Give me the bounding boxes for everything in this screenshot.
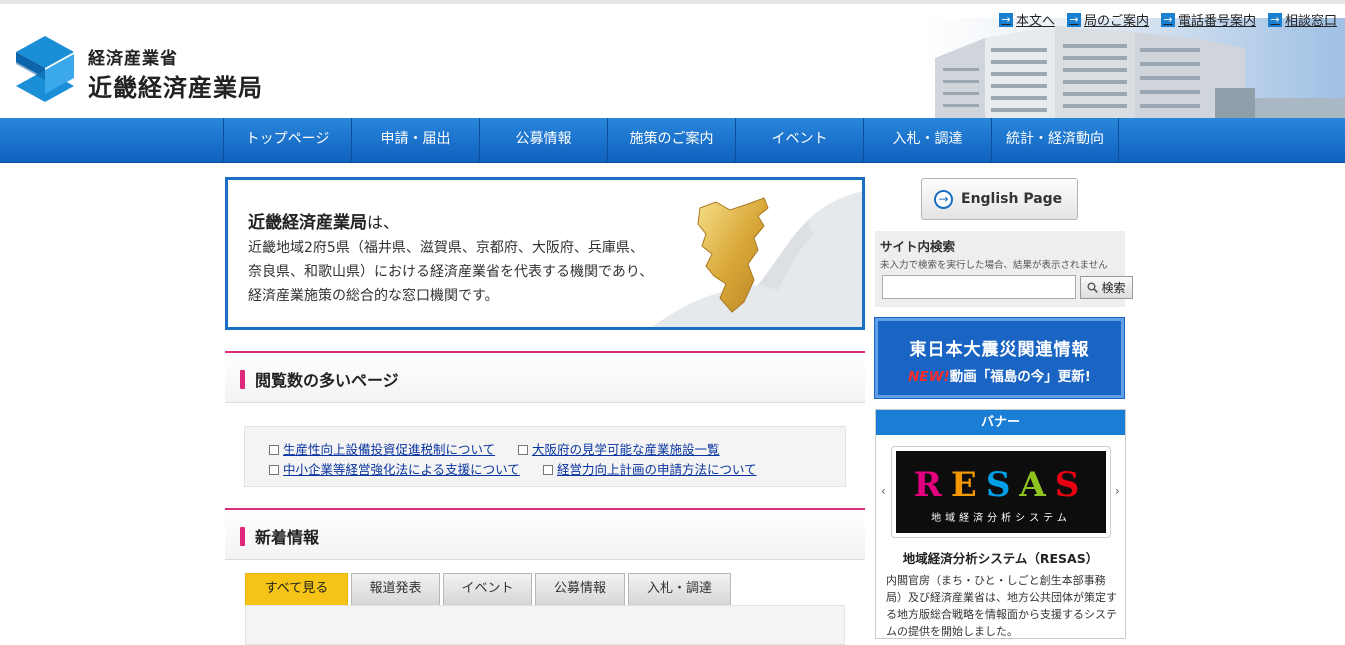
tab-public-offers[interactable]: 公募情報 — [535, 573, 625, 605]
banner-heading: バナー — [876, 410, 1125, 435]
banner-panel: バナー ‹ › RESAS 地域経済分析システム 地域経済分析システム（RESA… — [875, 409, 1126, 639]
nav-item-statistics[interactable]: 統計・経済動向 — [991, 118, 1119, 162]
arrow-right-icon: → — [1066, 12, 1081, 27]
arrow-right-icon: → — [1160, 12, 1175, 27]
arrow-right-icon: → — [998, 12, 1013, 27]
site-search: サイト内検索 未入力で検索を実行した場合、結果が表示されません 検索 — [875, 231, 1133, 307]
arrow-right-icon: → — [1267, 12, 1282, 27]
heading-accent-bar — [240, 370, 245, 389]
search-icon — [1087, 282, 1099, 293]
resas-banner[interactable]: RESAS 地域経済分析システム — [891, 446, 1111, 538]
nav-item-procurement[interactable]: 入札・調達 — [863, 118, 991, 162]
heading-accent-bar — [240, 527, 245, 546]
search-note: 未入力で検索を実行した場合、結果が表示されません — [880, 260, 1108, 271]
resas-logo: RESAS 地域経済分析システム — [896, 451, 1106, 533]
util-link-consultation[interactable]: → 相談窓口 — [1267, 10, 1337, 29]
square-bullet-icon — [518, 444, 528, 455]
popular-pages-heading: 閲覧数の多いページ — [225, 351, 865, 403]
square-bullet-icon — [543, 464, 553, 475]
util-link-bureau-guide[interactable]: → 局のご案内 — [1066, 10, 1149, 29]
english-page-button[interactable]: → English Page — [921, 178, 1078, 220]
utility-links: → 本文へ → 局のご案内 → 電話番号案内 → 相談窓口 — [998, 10, 1337, 29]
search-input[interactable] — [882, 275, 1076, 299]
building-photo — [925, 18, 1345, 118]
tab-all[interactable]: すべて見る — [245, 573, 348, 605]
global-nav: トップページ 申請・届出 公募情報 施策のご案内 イベント 入札・調達 統計・経… — [0, 118, 1345, 163]
popular-links-box: 生産性向上設備投資促進税制について 大阪府の見学可能な産業施設一覧 中小企業等経… — [244, 426, 846, 487]
chevron-right-icon[interactable]: › — [1115, 484, 1120, 498]
search-title: サイト内検索 — [880, 239, 956, 254]
nav-item-events[interactable]: イベント — [735, 118, 863, 162]
ministry-name: 経済産業省 — [88, 49, 178, 69]
banner-description: 内閣官房（まち・ひと・しごと創生本部事務局）及び経済産業省は、地方公共団体が策定… — [886, 574, 1117, 638]
util-link-phone-directory[interactable]: → 電話番号案内 — [1160, 10, 1256, 29]
tab-press-releases[interactable]: 報道発表 — [351, 573, 440, 605]
new-badge: NEW! — [908, 369, 950, 385]
site-header: 経済産業省 近畿経済産業局 → 本文へ → 局のご案内 → 電話番号案内 → 相談窓口 — [0, 4, 1345, 118]
nav-item-policies[interactable]: 施策のご案内 — [607, 118, 735, 162]
intro-title: 近畿経済産業局は、 — [248, 213, 400, 233]
popular-link[interactable]: 生産性向上設備投資促進税制について — [269, 439, 495, 458]
tab-events[interactable]: イベント — [443, 573, 532, 605]
bureau-name[interactable]: 近畿経済産業局 — [88, 68, 263, 103]
news-tabs: すべて見る 報道発表 イベント 公募情報 入札・調達 — [245, 573, 731, 605]
chevron-left-icon[interactable]: ‹ — [881, 484, 886, 498]
bureau-logo-icon[interactable] — [14, 34, 76, 104]
intro-description: 近畿地域2府5県（福井県、滋賀県、京都府、大阪府、兵庫県、 奈良県、和歌山県）に… — [248, 240, 654, 304]
news-tab-panel — [245, 605, 845, 645]
intro-box: 近畿経済産業局は、 近畿地域2府5県（福井県、滋賀県、京都府、大阪府、兵庫県、 … — [225, 177, 865, 330]
popular-link[interactable]: 経営力向上計画の申請方法について — [543, 459, 757, 478]
banner-caption: 地域経済分析システム（RESAS） — [902, 551, 1099, 566]
nav-item-top[interactable]: トップページ — [223, 118, 351, 162]
popular-link[interactable]: 中小企業等経営強化法による支援について — [269, 459, 520, 478]
nav-item-applications[interactable]: 申請・届出 — [351, 118, 479, 162]
earthquake-info-banner[interactable]: 東日本大震災関連情報 NEW!動画「福島の今」更新! — [874, 317, 1125, 399]
square-bullet-icon — [269, 444, 279, 455]
news-heading: 新着情報 — [225, 508, 865, 560]
popular-link[interactable]: 大阪府の見学可能な産業施設一覧 — [518, 439, 720, 458]
nav-item-public-offers[interactable]: 公募情報 — [479, 118, 607, 162]
tab-procurement[interactable]: 入札・調達 — [628, 573, 731, 605]
square-bullet-icon — [269, 464, 279, 475]
arrow-right-circle-icon: → — [934, 189, 953, 209]
util-link-main-content[interactable]: → 本文へ — [998, 10, 1055, 29]
search-button[interactable]: 検索 — [1080, 276, 1133, 299]
